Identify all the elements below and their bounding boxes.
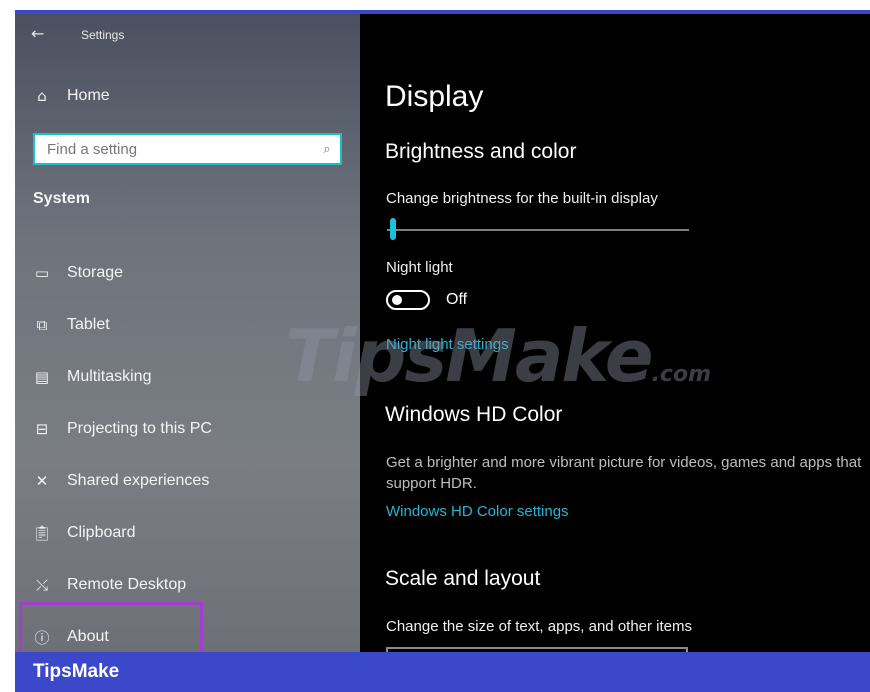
sidebar-item-storage[interactable]: ▭ Storage <box>15 253 360 293</box>
footer-brand: TipsMake <box>33 661 120 682</box>
sidebar-item-multitasking[interactable]: ▤ Multitasking <box>15 357 360 397</box>
sidebar-item-projecting[interactable]: ⊟ Projecting to this PC <box>15 409 360 449</box>
shared-experiences-icon: ✕ <box>35 472 49 490</box>
nav-home-label: Home <box>67 87 110 104</box>
hdr-settings-link[interactable]: Windows HD Color settings <box>386 503 569 520</box>
sidebar: ← Settings ⌂ Home ⌕ System ▭ Storage ⧉ T… <box>15 14 360 652</box>
display-content: Display Brightness and color Change brig… <box>360 14 870 652</box>
multitasking-icon: ▤ <box>34 368 50 386</box>
footer-banner: TipsMake <box>15 652 870 692</box>
sidebar-item-remote-desktop[interactable]: ⤯ Remote Desktop <box>15 565 360 605</box>
sidebar-item-label: Tablet <box>67 316 110 333</box>
slider-thumb[interactable] <box>390 218 396 240</box>
back-arrow-icon[interactable]: ← <box>31 24 44 43</box>
search-icon[interactable]: ⌕ <box>314 142 340 157</box>
window-title: Settings <box>81 28 125 42</box>
scale-label: Change the size of text, apps, and other… <box>386 618 693 635</box>
page-title: Display <box>385 80 484 113</box>
hdr-description: Get a brighter and more vibrant picture … <box>386 454 862 492</box>
toggle-knob <box>392 295 402 305</box>
projecting-icon: ⊟ <box>35 420 49 438</box>
brightness-heading: Brightness and color <box>385 140 577 163</box>
night-light-settings-link[interactable]: Night light settings <box>386 336 509 353</box>
hdr-heading: Windows HD Color <box>385 403 563 426</box>
scale-heading: Scale and layout <box>385 567 541 590</box>
sidebar-item-label: Multitasking <box>67 368 152 385</box>
about-highlight-box <box>19 602 203 652</box>
title-bar: ← Settings <box>15 14 360 58</box>
sidebar-item-label: Shared experiences <box>67 472 210 489</box>
home-icon: ⌂ <box>37 87 47 105</box>
storage-icon: ▭ <box>34 264 50 282</box>
sidebar-item-tablet[interactable]: ⧉ Tablet <box>15 305 360 345</box>
search-box[interactable]: ⌕ <box>33 133 342 165</box>
tablet-icon: ⧉ <box>36 316 48 334</box>
brightness-slider[interactable] <box>387 214 689 242</box>
sidebar-item-label: Storage <box>67 264 124 281</box>
sidebar-item-shared-experiences[interactable]: ✕ Shared experiences <box>15 461 360 501</box>
sidebar-item-label: Clipboard <box>67 524 136 541</box>
search-input[interactable] <box>45 135 314 163</box>
section-heading: System <box>33 190 90 207</box>
night-light-toggle[interactable] <box>386 290 430 310</box>
brightness-slider-label: Change brightness for the built-in displ… <box>386 190 658 207</box>
sidebar-item-label: Remote Desktop <box>67 576 187 593</box>
night-light-state: Off <box>446 291 468 308</box>
sidebar-item-clipboard[interactable]: 📋︎ Clipboard <box>15 513 360 553</box>
remote-desktop-icon: ⤯ <box>35 576 48 594</box>
slider-track[interactable] <box>387 229 689 231</box>
sidebar-item-label: Projecting to this PC <box>67 420 212 437</box>
nav-home[interactable]: ⌂ Home <box>15 76 360 116</box>
settings-window: ← Settings ⌂ Home ⌕ System ▭ Storage ⧉ T… <box>15 10 870 652</box>
clipboard-icon: 📋︎ <box>32 524 52 542</box>
night-light-label: Night light <box>386 259 453 276</box>
